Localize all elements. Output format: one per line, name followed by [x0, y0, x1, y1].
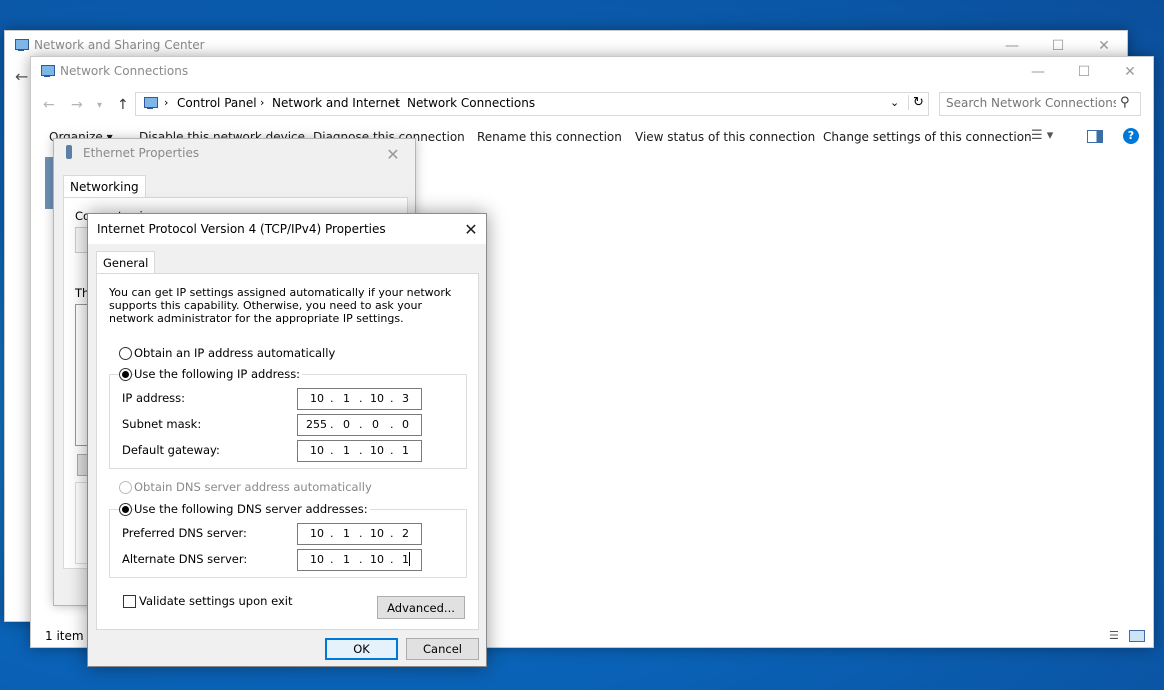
dialog-title: Internet Protocol Version 4 (TCP/IPv4) P… — [97, 222, 386, 236]
close-button[interactable]: ✕ — [1107, 57, 1153, 87]
use-following-ip-radio[interactable] — [119, 368, 132, 381]
ip-address-label: IP address: — [122, 391, 186, 405]
validate-settings-checkbox[interactable] — [123, 595, 136, 608]
adns-octet-2[interactable]: 1 — [343, 553, 350, 566]
search-icon[interactable]: ⚲ — [1120, 95, 1130, 110]
preferred-dns-field[interactable]: 10. 1. 10. 2 — [297, 523, 422, 545]
subnet-mask-field[interactable]: 255. 0. 0. 0 — [297, 414, 422, 436]
window-title: Network Connections — [60, 64, 189, 78]
validate-settings-label[interactable]: Validate settings upon exit — [139, 594, 292, 608]
pdns-octet-4[interactable]: 2 — [402, 527, 409, 540]
tab-general[interactable]: General — [96, 251, 156, 274]
default-gateway-field[interactable]: 10. 1. 10. 1 — [297, 440, 422, 462]
pdns-octet-1[interactable]: 10 — [310, 527, 324, 540]
breadcrumb-sep-icon[interactable]: › — [260, 96, 264, 109]
advanced-button[interactable]: Advanced... — [377, 596, 465, 619]
dialog-title: Ethernet Properties — [83, 146, 200, 160]
ip-octet-4[interactable]: 3 — [402, 392, 409, 405]
general-panel: You can get IP settings assigned automat… — [96, 273, 479, 630]
recent-chevron-icon[interactable]: ▾ — [97, 100, 102, 111]
details-view-icon[interactable]: ☰ — [1109, 629, 1119, 642]
ipv4-properties-dialog: Internet Protocol Version 4 (TCP/IPv4) P… — [87, 213, 487, 667]
window-title: Network and Sharing Center — [34, 38, 205, 52]
adns-octet-1[interactable]: 10 — [310, 553, 324, 566]
cancel-button[interactable]: Cancel — [406, 638, 479, 660]
breadcrumb-sep-icon[interactable]: › — [395, 96, 399, 109]
network-icon — [13, 38, 29, 54]
use-following-dns-label[interactable]: Use the following DNS server addresses: — [134, 502, 370, 516]
obtain-dns-auto-label[interactable]: Obtain DNS server address automatically — [134, 480, 372, 494]
breadcrumb-network-internet[interactable]: Network and Internet — [272, 96, 400, 110]
connection-item-icon[interactable] — [45, 157, 53, 209]
subnet-octet-4[interactable]: 0 — [402, 418, 409, 431]
help-icon[interactable]: ? — [1123, 128, 1139, 144]
close-button[interactable]: ✕ — [456, 214, 486, 244]
ip-octet-3[interactable]: 10 — [370, 392, 384, 405]
ip-address-field[interactable]: 10. 1. 10. 3 — [297, 388, 422, 410]
status-item-count: 1 item — [45, 629, 84, 643]
pdns-octet-2[interactable]: 1 — [343, 527, 350, 540]
ip-octet-1[interactable]: 10 — [310, 392, 324, 405]
chevron-down-icon[interactable]: ⌄ — [890, 96, 899, 109]
address-bar[interactable]: › Control Panel › Network and Internet ›… — [135, 92, 929, 116]
gateway-octet-1[interactable]: 10 — [310, 444, 324, 457]
text-cursor — [409, 552, 410, 566]
gateway-octet-2[interactable]: 1 — [343, 444, 350, 457]
large-icons-view-icon[interactable] — [1129, 630, 1145, 642]
tab-networking[interactable]: Networking — [63, 175, 146, 198]
subnet-octet-1[interactable]: 255 — [306, 418, 327, 431]
obtain-ip-auto-radio[interactable] — [119, 347, 132, 360]
ip-octet-2[interactable]: 1 — [343, 392, 350, 405]
description-text: You can get IP settings assigned automat… — [109, 286, 452, 325]
maximize-button[interactable]: ☐ — [1061, 57, 1107, 87]
search-box[interactable]: ⚲ — [939, 92, 1141, 116]
close-button[interactable]: ✕ — [378, 139, 408, 169]
use-following-dns-radio[interactable] — [119, 503, 132, 516]
minimize-button[interactable]: — — [1015, 57, 1061, 87]
obtain-dns-auto-radio[interactable] — [119, 481, 132, 494]
search-input[interactable] — [944, 95, 1118, 111]
subnet-mask-label: Subnet mask: — [122, 417, 202, 431]
breadcrumb-sep-icon[interactable]: › — [164, 96, 168, 109]
gateway-octet-4[interactable]: 1 — [402, 444, 409, 457]
ethernet-icon — [66, 145, 72, 159]
gateway-octet-3[interactable]: 10 — [370, 444, 384, 457]
network-connections-icon — [39, 64, 55, 80]
change-view-icon[interactable]: ☰ ▾ — [1031, 128, 1053, 143]
preferred-dns-label: Preferred DNS server: — [122, 526, 247, 540]
obtain-ip-auto-label[interactable]: Obtain an IP address automatically — [134, 346, 335, 360]
refresh-icon[interactable]: ↻ — [908, 95, 924, 110]
change-settings-button[interactable]: Change settings of this connection — [823, 130, 1032, 144]
breadcrumb-network-connections[interactable]: Network Connections — [407, 96, 535, 110]
forward-icon[interactable]: → — [71, 97, 83, 113]
adns-octet-4[interactable]: 1 — [402, 553, 409, 566]
ok-button[interactable]: OK — [325, 638, 398, 660]
preview-pane-icon[interactable] — [1087, 130, 1103, 143]
subnet-octet-3[interactable]: 0 — [372, 418, 379, 431]
adns-octet-3[interactable]: 10 — [370, 553, 384, 566]
back-icon[interactable]: ← — [43, 97, 55, 113]
rename-button[interactable]: Rename this connection — [477, 130, 622, 144]
subnet-octet-2[interactable]: 0 — [343, 418, 350, 431]
back-arrow-icon[interactable]: ← — [15, 67, 28, 86]
alternate-dns-field[interactable]: 10. 1. 10. 1 — [297, 549, 422, 571]
breadcrumb-control-panel[interactable]: Control Panel — [177, 96, 257, 110]
use-following-ip-label[interactable]: Use the following IP address: — [134, 367, 303, 381]
control-panel-icon — [142, 96, 158, 110]
pdns-octet-3[interactable]: 10 — [370, 527, 384, 540]
up-icon[interactable]: ↑ — [117, 97, 129, 113]
view-status-button[interactable]: View status of this connection — [635, 130, 815, 144]
default-gateway-label: Default gateway: — [122, 443, 220, 457]
alternate-dns-label: Alternate DNS server: — [122, 552, 248, 566]
